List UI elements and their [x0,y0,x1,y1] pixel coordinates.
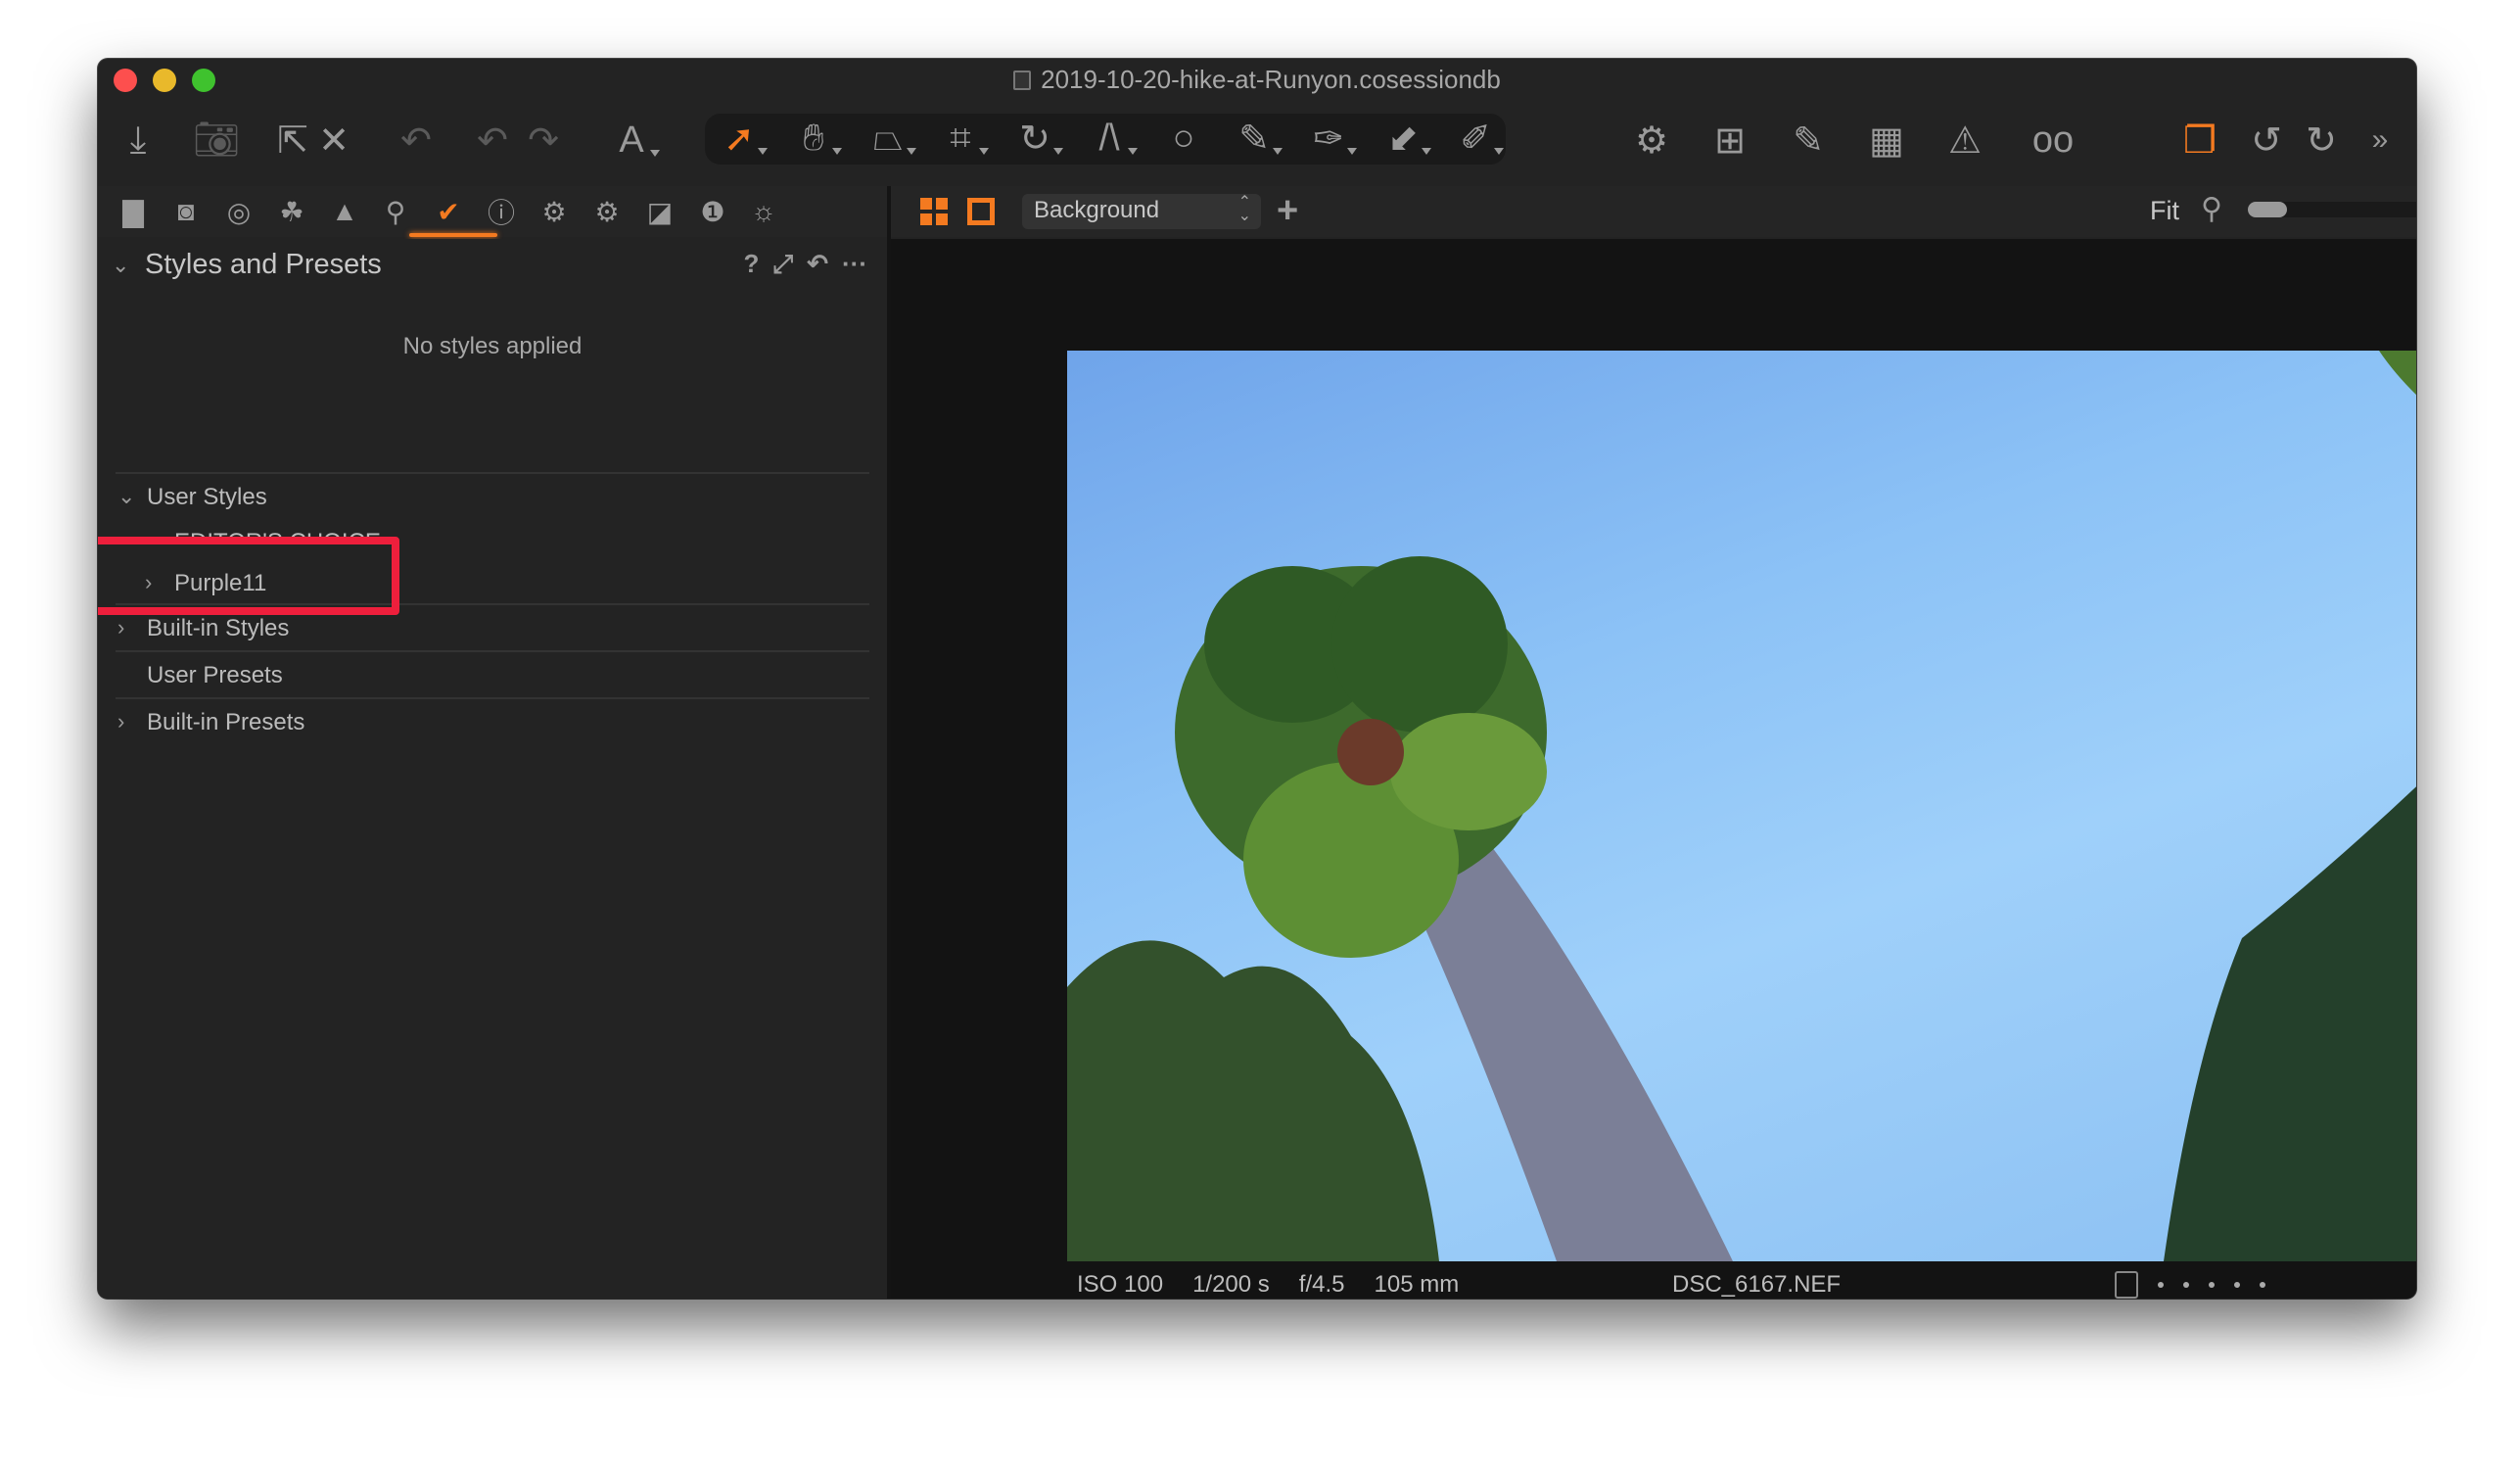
styles-and-presets-panel: ⌄ Styles and Presets ? ⤢ ↶ ··· No styles… [98,239,887,1299]
tab-adjustments-clipboard-icon[interactable]: ✔ [431,194,466,229]
copy-apply-icon[interactable]: ⤢ [772,249,793,280]
more-options-icon[interactable]: ··· [842,249,867,280]
reset-icon[interactable]: ↶ [807,249,828,280]
brush-icon[interactable]: ✎ [1230,114,1283,163]
help-icon[interactable]: ? [744,249,760,280]
grid-icon[interactable]: ⊞ [1705,116,1754,165]
rating-star-2[interactable] [2183,1282,2189,1288]
tab-capture-camera-icon[interactable]: ◙ [168,194,204,229]
palm-fruit-cluster [1337,719,1404,785]
zoom-slider[interactable] [2248,202,2416,217]
divider [116,697,869,699]
delete-icon[interactable]: ✕ [309,116,358,165]
color-picker-icon[interactable]: ✑ [1304,114,1357,163]
tab-number-one-icon[interactable]: ❶ [695,194,730,229]
keystone-icon[interactable]: ⏢ [863,114,916,163]
iso-value: ISO 100 [1077,1271,1164,1298]
tab-output-gear-icon[interactable]: ⚙ [537,194,572,229]
undo-history-icon[interactable]: ↶ [392,116,441,165]
tool-tabs-bar: ▇ ◙ ◎ ☘ ▲ ⚲ ✔ ⓘ ⚙ ⚙ ◪ ❶ ☼ [98,186,887,237]
redo-icon[interactable]: ↷ [519,116,568,165]
edit-overlay-icon[interactable]: ✎ [1784,116,1833,165]
spot-removal-icon[interactable]: ○ [1159,114,1208,163]
tree-item-built-in-presets[interactable]: › Built-in Presets [98,705,887,744]
shutter-value: 1/200 s [1192,1271,1270,1298]
image-viewer: ISO 100 1/200 s f/4.5 105 mm DSC_6167.NE… [891,239,2416,1299]
color-tag-checkbox[interactable] [2115,1271,2138,1299]
guides-icon[interactable]: ▦ [1862,116,1911,165]
straighten-icon[interactable]: /\ [1085,114,1138,163]
chevron-right-icon[interactable]: › [117,709,124,734]
stack-windows-icon[interactable]: ❐ [2175,116,2224,165]
tab-exposure-icon[interactable]: ▲ [327,194,362,229]
main-toolbar: ⤓ 📷︎ ⇱ ✕ ↶ ↶ ↷ A ➚ ✋︎ ⏢ ⌗ ↻ /\ ○ ✎ ✑ ⬋ ✐… [98,98,2416,186]
camera-icon[interactable]: 📷︎ [192,116,241,165]
tab-details-magnifier-icon[interactable]: ⚲ [378,194,413,229]
draw-mask-icon[interactable]: ✐ [1451,114,1504,163]
top-right-fronds [2379,351,2416,396]
aperture-value: f/4.5 [1298,1271,1345,1298]
cursor-tools-group: ➚ ✋︎ ⏢ ⌗ ↻ /\ ○ ✎ ✑ ⬋ ✐ [705,114,1506,165]
tab-metadata-info-icon[interactable]: ⓘ [484,194,519,229]
chevron-down-icon[interactable]: ⌄ [117,484,135,509]
tab-lens-icon[interactable]: ◎ [221,194,257,229]
styles-panel-header[interactable]: ⌄ Styles and Presets ? ⤢ ↶ ··· [98,239,887,296]
tree-item-user-styles[interactable]: ⌄ User Styles [98,480,887,519]
single-view-icon[interactable] [967,198,995,225]
divider [116,472,869,474]
rating-star-3[interactable] [2209,1282,2215,1288]
exposure-warning-icon[interactable]: ⚠ [1940,116,1989,165]
styles-panel-title: Styles and Presets [145,249,382,280]
pan-hand-icon[interactable]: ✋︎ [789,114,842,163]
session-document-icon [1013,71,1032,90]
rating-control [2115,1271,2265,1299]
right-palm-fronds [2164,786,2416,1261]
updown-chevron-icon: ⌃ ⌄ [1237,194,1251,224]
zoom-fit-label[interactable]: Fit [2150,196,2179,226]
palm-tree-photo [1067,351,2416,1261]
import-icon[interactable]: ⤓ [114,116,163,165]
tab-library-folder-icon[interactable]: ▇ [116,194,151,229]
active-tab-indicator [409,233,497,237]
tree-item-user-presets[interactable]: User Presets [98,658,887,697]
select-cursor-icon[interactable]: ➚ [715,114,768,163]
rotate-right-icon[interactable]: ↻ [2297,116,2346,165]
variant-select[interactable]: Background ⌃ ⌄ [1022,194,1261,229]
crop-icon[interactable]: ⌗ [936,114,989,163]
settings-gear-icon[interactable]: ⚙ [1627,116,1676,165]
focal-length-value: 105 mm [1374,1271,1460,1298]
tab-color-icon[interactable]: ☘ [274,194,309,229]
eraser-icon[interactable]: ⬋ [1378,114,1431,163]
viewer-toolbar: Background ⌃⌄ + Fit ⚲ ⚲ [891,186,2416,237]
more-chevron-icon[interactable]: » [2356,116,2404,165]
tab-compare-icon[interactable]: ◪ [642,194,677,229]
annotation-highlight-box [98,537,399,615]
divider [116,650,869,652]
undo-icon[interactable]: ↶ [468,116,517,165]
rotate-left-icon[interactable]: ↺ [2242,116,2291,165]
rating-star-1[interactable] [2158,1282,2164,1288]
tree-item-built-in-styles[interactable]: › Built-in Styles [98,611,887,650]
chevron-right-icon[interactable]: › [117,615,124,640]
rating-star-5[interactable] [2260,1282,2265,1288]
photo-preview[interactable] [1067,351,2416,1261]
image-filename: DSC_6167.NEF [1672,1271,1842,1298]
add-variant-plus-icon[interactable]: + [1277,190,1298,232]
rating-star-4[interactable] [2234,1282,2240,1288]
zoom-slider-thumb[interactable] [2248,202,2287,217]
pine-tree-foliage [1067,940,1439,1261]
window-title: 2019-10-20-hike-at-Runyon.cosessiondb [98,65,2416,95]
multi-view-grid-icon[interactable] [920,198,948,225]
app-window: 2019-10-20-hike-at-Runyon.cosessiondb ⤓ … [98,59,2416,1299]
rotate-icon[interactable]: ↻ [1010,114,1063,163]
text-annotation-icon[interactable]: A [607,116,660,165]
no-styles-text: No styles applied [402,333,583,359]
title-bar: 2019-10-20-hike-at-Runyon.cosessiondb [98,59,2416,98]
tab-batch-gears-icon[interactable]: ⚙ [589,194,625,229]
tab-brightness-sun-icon[interactable]: ☼ [746,194,781,229]
proof-glasses-icon[interactable]: oo [2019,116,2087,165]
image-info-bar: ISO 100 1/200 s f/4.5 105 mm [1077,1271,1459,1299]
chevron-down-icon[interactable]: ⌄ [112,253,129,278]
zoom-out-icon[interactable]: ⚲ [2201,192,2222,226]
